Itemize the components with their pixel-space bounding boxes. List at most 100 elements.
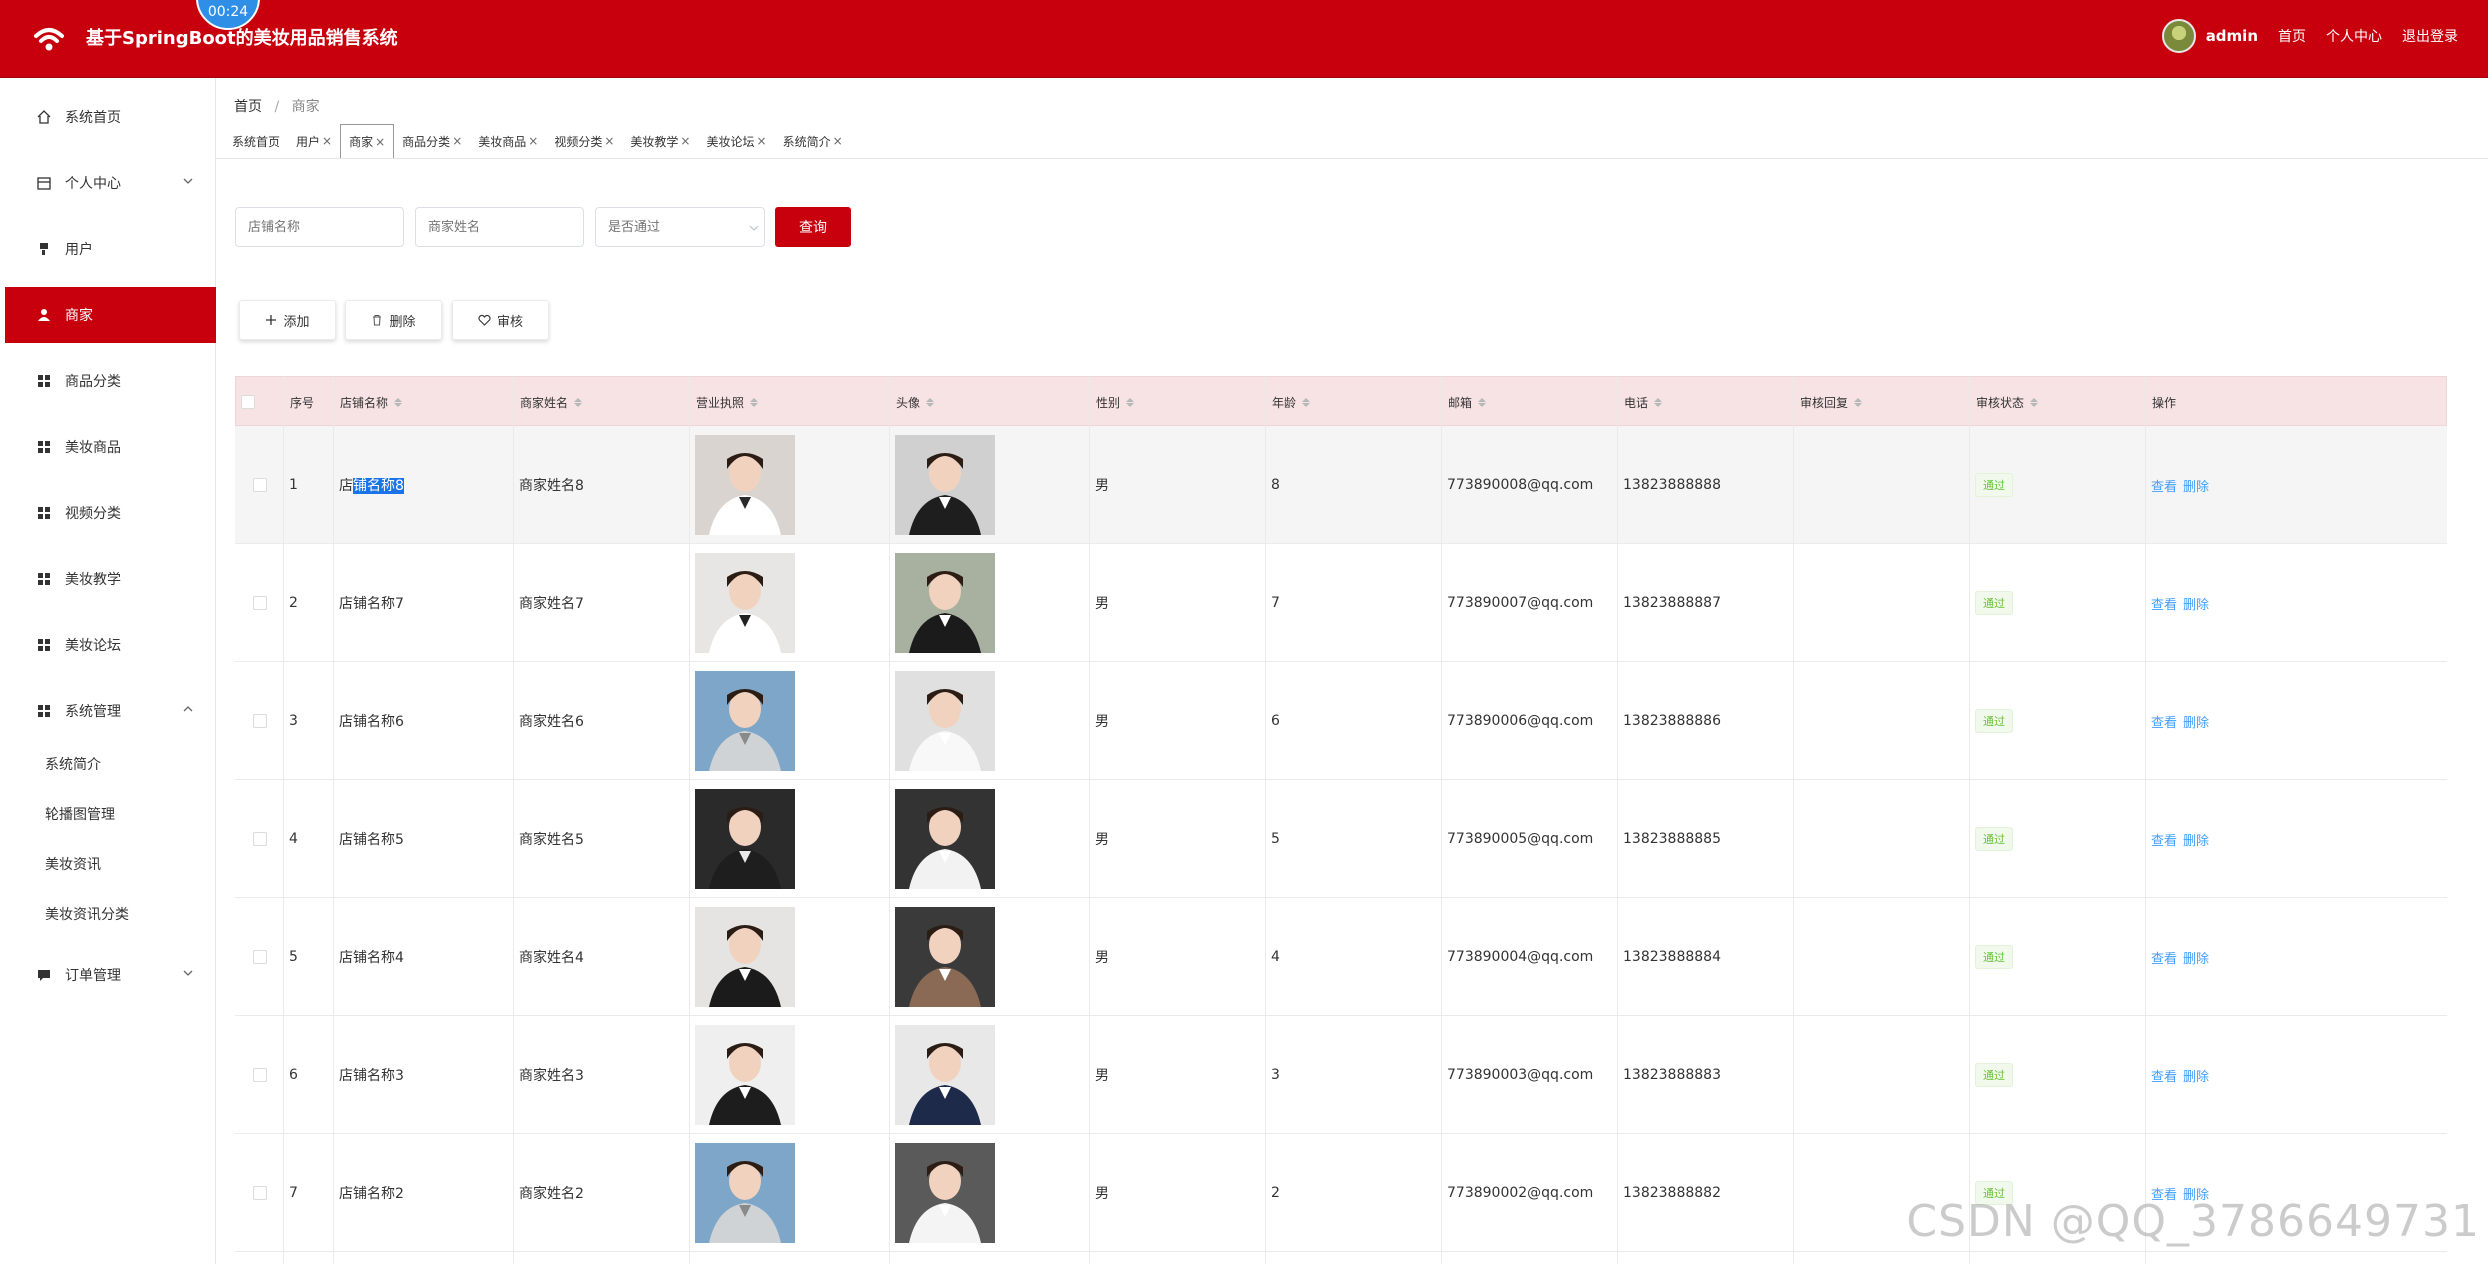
row-checkbox[interactable] [253,1068,267,1082]
avatar-image[interactable] [895,1143,995,1243]
row-checkbox[interactable] [253,1186,267,1200]
sort-icon[interactable] [1478,397,1487,407]
sort-icon[interactable] [750,397,759,407]
view-link[interactable]: 查看 [2151,594,2177,613]
business-license-image[interactable] [695,1025,795,1125]
business-license-image[interactable] [695,1143,795,1243]
merchant-name-input[interactable] [415,207,584,247]
sort-icon[interactable] [1854,397,1863,407]
sidebar-item-product-category[interactable]: 商品分类 [5,353,216,409]
sidebar-item-beauty-forum[interactable]: 美妆论坛 [5,617,216,673]
sidebar-subitem-beauty-news[interactable]: 美妆资讯 [5,842,216,886]
th-review-status[interactable]: 审核状态 [1973,377,2039,427]
add-button[interactable]: 添加 [239,300,336,340]
close-icon[interactable]: × [833,134,843,148]
avatar-image[interactable] [895,671,995,771]
table-row[interactable]: 1 店铺名称8 商家姓名8 男 8 773890008@qq.com 13823888888… [235,426,2447,544]
close-icon[interactable]: × [528,134,538,148]
tab-system-intro[interactable]: 系统简介 × [775,124,851,158]
table-row[interactable]: 5 店铺名称4 商家姓名4 男 4 773890004@qq.com 13823888884… [235,898,2447,1016]
tab-product-category[interactable]: 商品分类 × [394,124,470,158]
select-all-checkbox[interactable] [241,395,255,409]
business-license-image[interactable] [695,907,795,1007]
th-email[interactable]: 邮箱 [1445,377,1487,427]
row-checkbox[interactable] [253,832,267,846]
view-link[interactable]: 查看 [2151,948,2177,967]
tab-merchant[interactable]: 商家 × [340,124,395,158]
sidebar-item-beauty-products[interactable]: 美妆商品 [5,419,216,475]
sidebar-item-profile[interactable]: 个人中心 [5,155,216,211]
delete-link[interactable]: 删除 [2183,948,2209,967]
delete-link[interactable]: 删除 [2183,712,2209,731]
th-business-license[interactable]: 营业执照 [693,377,759,427]
table-row[interactable]: 3 店铺名称6 商家姓名6 男 6 773890006@qq.com 13823888886… [235,662,2447,780]
sidebar-item-merchant[interactable]: 商家 [5,287,216,343]
th-shop-name[interactable]: 店铺名称 [337,377,403,427]
shop-name-input[interactable] [235,207,404,247]
close-icon[interactable]: × [322,134,332,148]
tab-system-home[interactable]: 系统首页 [224,124,288,158]
sidebar-item-orders[interactable]: 订单管理 [5,947,216,1003]
sort-icon[interactable] [1126,397,1135,407]
table-row[interactable]: 6 店铺名称3 商家姓名3 男 3 773890003@qq.com 13823888883… [235,1016,2447,1134]
sidebar-subitem-carousel[interactable]: 轮播图管理 [5,792,216,836]
th-age[interactable]: 年龄 [1269,377,1311,427]
row-checkbox[interactable] [253,478,267,492]
close-icon[interactable]: × [375,135,385,149]
delete-button[interactable]: 删除 [345,300,442,340]
tab-beauty-forum[interactable]: 美妆论坛 × [698,124,774,158]
tab-users[interactable]: 用户 × [288,124,340,158]
sidebar-subitem-news-category[interactable]: 美妆资讯分类 [5,892,216,936]
row-checkbox[interactable] [253,596,267,610]
close-icon[interactable]: × [452,134,462,148]
sidebar-item-beauty-teaching[interactable]: 美妆教学 [5,551,216,607]
close-icon[interactable]: × [680,134,690,148]
business-license-image[interactable] [695,553,795,653]
table-row[interactable]: 4 店铺名称5 商家姓名5 男 5 773890005@qq.com 13823888885… [235,780,2447,898]
th-phone[interactable]: 电话 [1621,377,1663,427]
close-icon[interactable]: × [604,134,614,148]
sidebar-item-users[interactable]: 用户 [5,221,216,277]
business-license-image[interactable] [695,671,795,771]
header-home-link[interactable]: 首页 [2278,26,2306,46]
close-icon[interactable]: × [757,134,767,148]
avatar-image[interactable] [895,1025,995,1125]
row-checkbox[interactable] [253,714,267,728]
query-button[interactable]: 查询 [775,207,851,247]
view-link[interactable]: 查看 [2151,1066,2177,1085]
delete-link[interactable]: 删除 [2183,1066,2209,1085]
th-gender[interactable]: 性别 [1093,377,1135,427]
review-button[interactable]: 审核 [452,300,549,340]
avatar-image[interactable] [895,435,995,535]
tab-video-category[interactable]: 视频分类 × [546,124,622,158]
sidebar-item-home[interactable]: 系统首页 [5,89,216,145]
th-avatar[interactable]: 头像 [893,377,935,427]
delete-link[interactable]: 删除 [2183,594,2209,613]
sort-icon[interactable] [1302,397,1311,407]
approved-select[interactable] [595,207,765,247]
th-review-reply[interactable]: 审核回复 [1797,377,1863,427]
business-license-image[interactable] [695,435,795,535]
view-link[interactable]: 查看 [2151,476,2177,495]
sidebar-subitem-system-intro[interactable]: 系统简介 [5,742,216,786]
sort-icon[interactable] [1654,397,1663,407]
avatar-image[interactable] [895,907,995,1007]
breadcrumb-home[interactable]: 首页 [234,99,262,115]
tab-beauty-products[interactable]: 美妆商品 × [470,124,546,158]
sidebar-item-system-management[interactable]: 系统管理 [5,683,216,739]
view-link[interactable]: 查看 [2151,712,2177,731]
sort-icon[interactable] [926,397,935,407]
sort-icon[interactable] [574,397,583,407]
table-row[interactable]: 2 店铺名称7 商家姓名7 男 7 773890007@qq.com 13823888887… [235,544,2447,662]
avatar-image[interactable] [895,553,995,653]
sort-icon[interactable] [2030,397,2039,407]
header-profile-link[interactable]: 个人中心 [2326,26,2382,46]
avatar-image[interactable] [895,789,995,889]
row-checkbox[interactable] [253,950,267,964]
header-logout-link[interactable]: 退出登录 [2402,26,2458,46]
business-license-image[interactable] [695,789,795,889]
delete-link[interactable]: 删除 [2183,476,2209,495]
avatar[interactable] [2161,19,2196,53]
th-merchant-name[interactable]: 商家姓名 [517,377,583,427]
sidebar-item-video-category[interactable]: 视频分类 [5,485,216,541]
